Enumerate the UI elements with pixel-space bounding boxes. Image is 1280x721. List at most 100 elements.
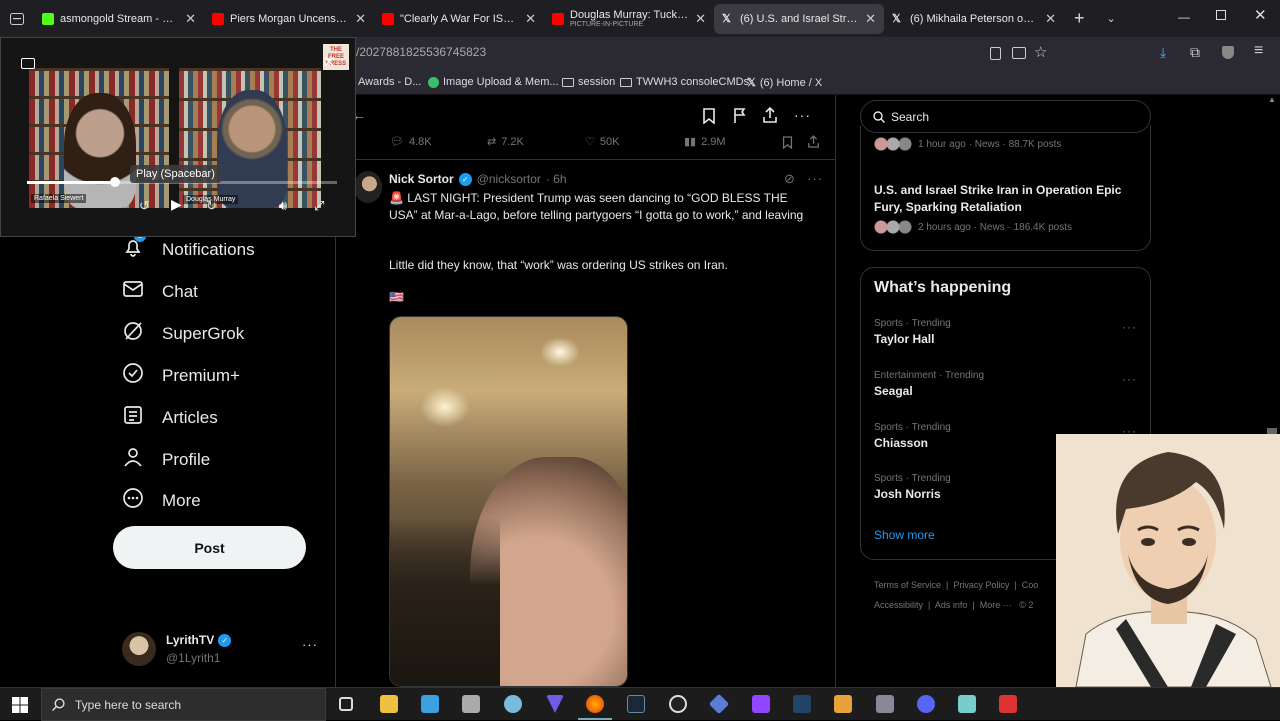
bookmark-star-icon[interactable]: ☆ (1034, 43, 1047, 61)
trend-more-icon[interactable]: ··· (1122, 320, 1137, 334)
reader-view-icon[interactable] (990, 47, 1001, 60)
browser-tab[interactable]: Douglas Murray: Tucker CarPICTURE-IN-PIC… (544, 4, 714, 34)
rsi-icon[interactable] (793, 695, 811, 713)
tweet-author-handle[interactable]: @nicksortor (477, 172, 541, 186)
tweet-author-avatar[interactable] (354, 171, 382, 203)
nav-item-more[interactable]: More (122, 487, 201, 514)
nav-item-notifications[interactable]: 5 Notifications (122, 230, 255, 263)
browser-tab[interactable]: 𝕏 (6) U.S. and Israel Strike Iran ✕ (714, 4, 884, 34)
trend-item[interactable]: Sports · Trending Chiasson (874, 422, 951, 450)
task-view-icon[interactable] (339, 697, 353, 711)
app-icon-diamond[interactable] (708, 693, 730, 715)
tweet-more-icon[interactable]: ··· (794, 107, 811, 123)
browser-tab[interactable]: Piers Morgan Uncensored - ✕ (204, 4, 374, 34)
steam-icon[interactable] (627, 695, 645, 713)
tab-close-icon[interactable]: ✕ (185, 11, 196, 27)
account-switcher[interactable]: LyrithTV ✓ @1Lyrith1 ··· (122, 632, 322, 668)
firefox-icon[interactable] (586, 695, 604, 713)
picture-in-picture-window[interactable]: THE FREE PRESS ✕ Rafaela Siewert Douglas… (0, 37, 356, 237)
twitch-icon[interactable] (752, 695, 770, 713)
bookmark-folder-twwh3[interactable]: TWWH3 consoleCMDs (620, 76, 749, 88)
discord-icon[interactable] (917, 695, 935, 713)
news-item-2[interactable]: U.S. and Israel Strike Iran in Operation… (874, 182, 1144, 234)
share-icon[interactable] (763, 107, 777, 123)
window-minimize-button[interactable]: — (1178, 10, 1190, 24)
footer-more[interactable]: More ··· (980, 600, 1012, 610)
taskbar-search-box[interactable]: Type here to search (41, 688, 326, 721)
account-more-icon[interactable]: ··· (302, 637, 318, 652)
bookmark-awards[interactable]: Awards - D... (358, 76, 421, 88)
trend-item[interactable]: Entertainment · Trending Seagal (874, 370, 984, 398)
pip-rewind-icon[interactable]: ↺ (139, 198, 150, 214)
nav-item-supergrok[interactable]: SuperGrok (122, 320, 244, 347)
app-icon-recorder[interactable] (999, 695, 1017, 713)
pip-back-to-tab-icon[interactable] (21, 58, 35, 69)
pip-close-icon[interactable]: ✕ (323, 53, 336, 71)
shield-extension-icon[interactable] (1222, 46, 1234, 59)
repost-count[interactable]: ⇄ 7.2K (487, 135, 524, 149)
tweet-time[interactable]: · 6h (546, 172, 567, 186)
share-small-icon[interactable] (808, 135, 819, 148)
like-count[interactable]: ♡ 50K (585, 135, 619, 149)
app-icon-butterfly[interactable] (504, 695, 522, 713)
pip-seek-handle[interactable] (110, 177, 120, 187)
tweet-video[interactable] (389, 316, 628, 687)
pip-volume-icon[interactable]: 🔊︎ (279, 198, 287, 214)
footer-ads-info[interactable]: Ads info (935, 600, 968, 610)
windows-start-icon[interactable] (12, 697, 28, 713)
app-icon-vpn[interactable] (546, 695, 564, 713)
pip-play-icon[interactable]: ▶ (171, 196, 182, 213)
nav-item-profile[interactable]: Profile (122, 446, 210, 473)
bookmark-icon[interactable] (702, 108, 716, 124)
pip-fullscreen-icon[interactable]: ⤢ (314, 198, 324, 214)
tab-close-icon[interactable]: ✕ (695, 11, 706, 27)
nav-item-articles[interactable]: Articles (122, 404, 218, 431)
app-icon-notes[interactable] (958, 695, 976, 713)
trend-item[interactable]: Sports · Trending Taylor Hall (874, 318, 951, 346)
footer-terms[interactable]: Terms of Service (874, 580, 941, 590)
tab-close-icon[interactable]: ✕ (355, 11, 366, 27)
window-restore-button[interactable] (1216, 10, 1226, 20)
grok-icon[interactable]: ⊘ (784, 171, 795, 187)
browser-tab[interactable]: 𝕏 (6) Mikhaila Peterson on X: " ✕ (884, 4, 1064, 34)
reply-count[interactable]: 💬︎ 4.8K (390, 135, 432, 149)
post-button[interactable]: Post (113, 526, 306, 569)
news-item-1[interactable]: 1 hour ago · News · 88.7K posts (874, 137, 1061, 151)
downloads-icon[interactable]: ⤓ (1160, 44, 1166, 61)
browser-menu-icon[interactable]: ≡ (1254, 42, 1263, 60)
tab-overflow-chevron-icon[interactable]: ⌄ (1107, 12, 1116, 25)
trend-more-icon[interactable]: ··· (1122, 372, 1137, 386)
file-explorer-icon[interactable] (380, 695, 398, 713)
bookmark-x-home[interactable]: 𝕏 (6) Home / X (747, 76, 822, 90)
app-icon-blue[interactable] (421, 695, 439, 713)
save-to-pocket-icon[interactable] (1012, 47, 1026, 59)
browser-tab[interactable]: "Clearly A War For ISRAEL!" ✕ (374, 4, 544, 34)
trend-item[interactable]: Sports · Trending Josh Norris (874, 473, 951, 501)
app-icon-play[interactable] (834, 695, 852, 713)
tab-close-icon[interactable]: ✕ (865, 11, 876, 27)
bookmark-image-upload[interactable]: Image Upload & Mem... (428, 76, 559, 88)
pip-forward-icon[interactable]: ↻ (206, 198, 217, 214)
tab-close-icon[interactable]: ✕ (525, 11, 536, 27)
view-count[interactable]: ▮▮ 2.9M (684, 135, 726, 149)
footer-cookie[interactable]: Coo (1022, 580, 1039, 590)
new-tab-button[interactable]: + (1074, 8, 1085, 29)
app-icon-tool[interactable] (876, 695, 894, 713)
tab-close-icon[interactable]: ✕ (1045, 11, 1056, 27)
nav-item-chat[interactable]: Chat (122, 278, 198, 305)
reply-more-icon[interactable]: ··· (807, 171, 823, 186)
show-more-link[interactable]: Show more (874, 528, 935, 542)
obs-icon[interactable] (669, 695, 687, 713)
extensions-icon[interactable]: ⧉ (1190, 44, 1200, 61)
scrollbar-up-arrow[interactable]: ▲ (1268, 95, 1276, 104)
app-icon-mail[interactable] (462, 695, 480, 713)
bookmark-folder-session[interactable]: session (562, 76, 615, 88)
tweet-author-name[interactable]: Nick Sortor (389, 172, 454, 186)
tab-list-icon[interactable] (0, 12, 34, 25)
footer-accessibility[interactable]: Accessibility (874, 600, 923, 610)
nav-item-premium[interactable]: Premium+ (122, 362, 240, 389)
window-close-button[interactable]: ✕ (1254, 6, 1267, 24)
browser-tab[interactable]: asmongold Stream - Watch ✕ (34, 4, 204, 34)
report-flag-icon[interactable] (733, 108, 747, 124)
url-field[interactable]: /2027881825536745823 (356, 45, 486, 59)
